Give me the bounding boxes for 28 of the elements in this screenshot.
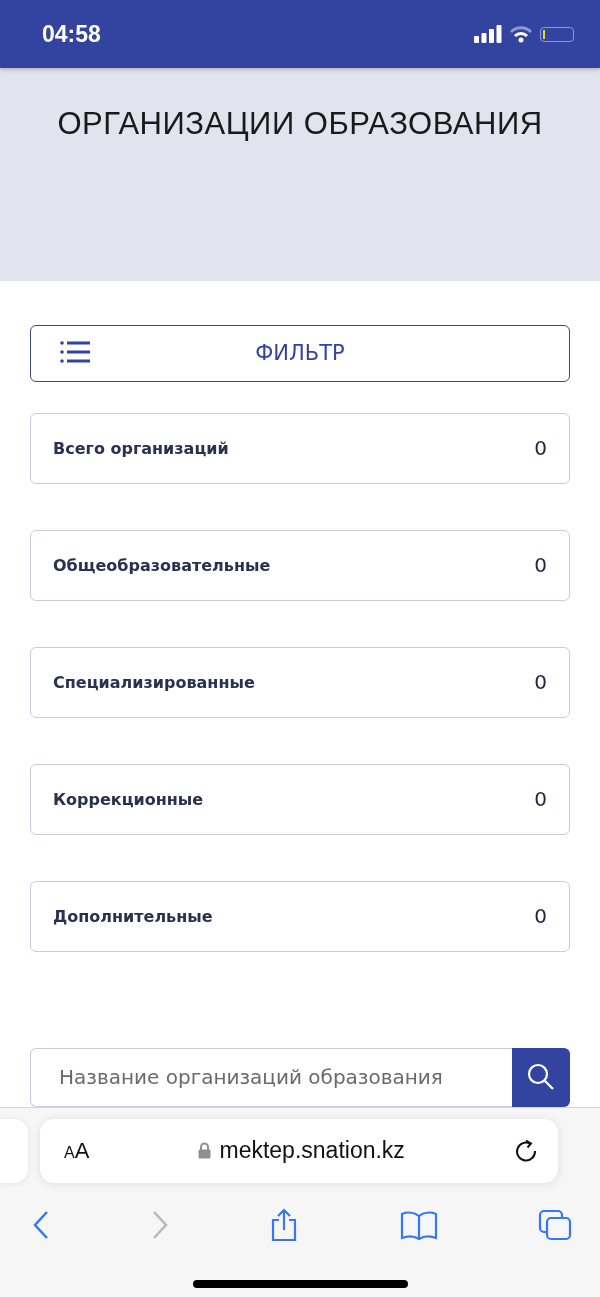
clock-time: 04:58: [42, 20, 101, 48]
page-title: ОРГАНИЗАЦИИ ОБРАЗОВАНИЯ: [57, 106, 543, 144]
battery-icon: [540, 26, 574, 42]
stat-value: 0: [534, 670, 547, 695]
search-field[interactable]: Название организаций образования: [30, 1047, 512, 1107]
stat-label: Дополнительные: [53, 906, 213, 926]
stat-value: 0: [534, 787, 547, 812]
book-icon[interactable]: [399, 1209, 438, 1240]
url-text: mektep.snation.kz: [219, 1137, 405, 1165]
text-size-button[interactable]: AA: [64, 1137, 90, 1164]
wifi-icon: [510, 25, 532, 43]
stat-label: Общеобразовательные: [53, 555, 271, 575]
share-icon[interactable]: [269, 1207, 299, 1242]
back-icon[interactable]: [32, 1209, 50, 1240]
stat-label: Всего организаций: [53, 438, 229, 458]
stat-label: Коррекционные: [53, 789, 204, 809]
reload-icon[interactable]: [514, 1138, 538, 1163]
filter-button[interactable]: ФИЛЬТР: [30, 324, 570, 382]
search-button[interactable]: [512, 1047, 570, 1107]
tabs-icon[interactable]: [538, 1208, 572, 1241]
stat-value: 0: [534, 904, 547, 929]
signal-icon: [474, 25, 502, 44]
address-bar[interactable]: AA mektep.snation.kz: [40, 1118, 558, 1183]
stat-value: 0: [534, 553, 547, 578]
stat-label: Специализированные: [53, 672, 255, 692]
lock-icon: [198, 1142, 212, 1160]
stat-value: 0: [534, 436, 547, 461]
list-icon: [60, 339, 90, 364]
